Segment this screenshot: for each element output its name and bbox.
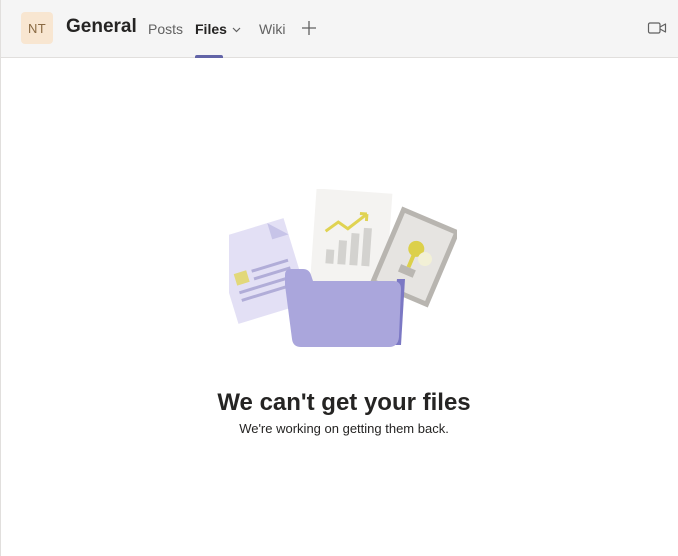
channel-header: NT General Posts Files Wiki [1,0,678,58]
tab-wiki[interactable]: Wiki [259,21,285,37]
empty-state-title: We can't get your files [217,389,471,416]
channel-title: General [66,16,137,37]
active-tab-indicator [195,55,223,58]
video-camera-icon[interactable] [647,20,667,36]
files-empty-state: We can't get your files We're working on… [1,59,678,556]
tab-files-label: Files [195,21,227,37]
tab-posts-label: Posts [148,21,184,37]
chevron-down-icon[interactable] [232,27,241,33]
teams-channel-window: NT General Posts Files Wiki We can't get… [0,0,678,556]
tab-files[interactable]: Files [195,21,241,37]
team-avatar[interactable]: NT [21,12,53,44]
tab-wiki-label: Wiki [259,21,286,37]
empty-state-subtitle: We're working on getting them back. [239,421,449,436]
files-folder-illustration [229,189,457,347]
tab-posts[interactable]: Posts [148,21,183,37]
plus-icon[interactable] [301,20,317,36]
